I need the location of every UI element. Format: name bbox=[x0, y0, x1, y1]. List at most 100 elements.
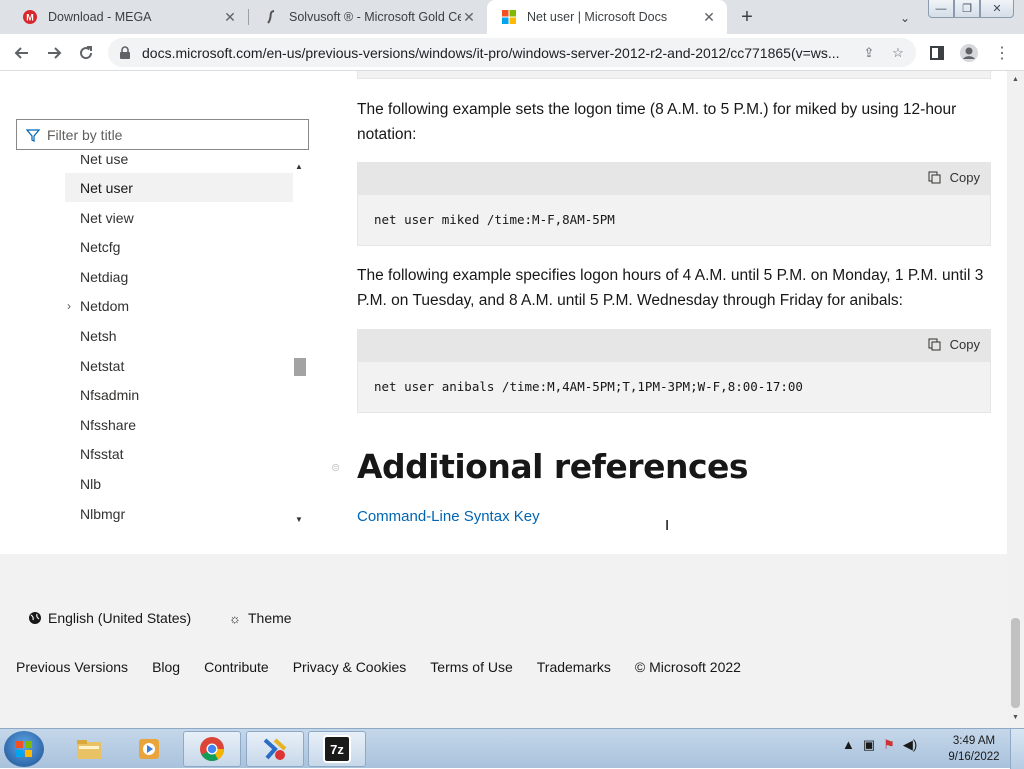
action-center-icon[interactable]: ⚑ bbox=[883, 737, 895, 753]
start-button[interactable] bbox=[4, 731, 44, 767]
toc-item-label: Netdiag bbox=[80, 268, 129, 285]
page-content: Filter by title Net use Net user Net vie… bbox=[0, 71, 1007, 728]
taskbar-7zip[interactable]: 7z bbox=[308, 731, 366, 767]
volume-icon[interactable]: ◀) bbox=[903, 737, 917, 753]
toc-item-nlbmgr[interactable]: Nlbmgr bbox=[65, 499, 293, 528]
toc-item-net-view[interactable]: Net view bbox=[65, 203, 293, 232]
code-header: Copy bbox=[358, 330, 990, 362]
side-panel-icon[interactable] bbox=[925, 41, 949, 65]
code-header: Copy bbox=[358, 163, 990, 195]
command-line-syntax-link[interactable]: Command-Line Syntax Key bbox=[357, 508, 540, 525]
toc-item-nlb[interactable]: Nlb bbox=[65, 469, 293, 498]
back-icon[interactable] bbox=[10, 41, 34, 65]
toc-scroll-thumb[interactable] bbox=[294, 358, 306, 376]
restore-button[interactable]: ❐ bbox=[954, 0, 980, 18]
tab-mega[interactable]: M Download - MEGA ✕ bbox=[8, 0, 248, 34]
clock-time: 3:49 AM bbox=[952, 735, 996, 747]
toc-item-net-user[interactable]: Net user bbox=[65, 173, 293, 202]
footer bbox=[0, 554, 1007, 728]
clock[interactable]: 3:49 AM 9/16/2022 bbox=[940, 733, 1008, 765]
lock-icon[interactable] bbox=[118, 45, 132, 60]
window-controls: — ❐ ✕ bbox=[928, 0, 1014, 18]
chrome-icon bbox=[198, 735, 226, 763]
toc-item-nfsshare[interactable]: Nfsshare bbox=[65, 410, 293, 439]
footer-link-blog[interactable]: Blog bbox=[152, 659, 180, 675]
bookmark-star-icon[interactable]: ☆ bbox=[889, 44, 907, 62]
anchor-link-icon[interactable]: ⊜ bbox=[331, 461, 340, 474]
browser-toolbar: docs.microsoft.com/en-us/previous-versio… bbox=[0, 34, 1024, 71]
copyright-text: © Microsoft 2022 bbox=[634, 659, 741, 675]
toc-scrollbar[interactable]: ▲ ▼ bbox=[293, 160, 307, 529]
filter-placeholder: Filter by title bbox=[47, 126, 123, 143]
close-icon[interactable]: ✕ bbox=[461, 9, 477, 25]
toc-item-net-use[interactable]: Net use bbox=[65, 155, 293, 173]
toc-item-label: Nlbmgr bbox=[80, 505, 126, 522]
example-paragraph: The following example specifies logon ho… bbox=[357, 267, 984, 309]
toc-item-nfsadmin[interactable]: Nfsadmin bbox=[65, 380, 293, 409]
close-icon[interactable]: ✕ bbox=[222, 9, 238, 25]
show-desktop-button[interactable] bbox=[1010, 729, 1024, 769]
toc-item-netdiag[interactable]: Netdiag bbox=[65, 262, 293, 291]
address-bar[interactable]: docs.microsoft.com/en-us/previous-versio… bbox=[108, 38, 916, 67]
chevron-right-icon[interactable]: › bbox=[67, 299, 77, 313]
filter-input[interactable]: Filter by title bbox=[16, 119, 309, 150]
taskbar-app[interactable] bbox=[246, 731, 304, 767]
toc-item-label: Netcfg bbox=[80, 238, 121, 255]
toc-item-label: Nfsadmin bbox=[80, 386, 140, 403]
toc-item-netdom[interactable]: › Netdom bbox=[65, 291, 293, 320]
tab-title: Net user | Microsoft Docs bbox=[527, 10, 668, 24]
footer-link-contribute[interactable]: Contribute bbox=[204, 659, 269, 675]
copy-icon bbox=[928, 171, 942, 185]
scroll-down-arrow-icon[interactable]: ▼ bbox=[1011, 713, 1020, 722]
media-player-icon bbox=[135, 735, 163, 763]
taskbar-media-player[interactable] bbox=[120, 731, 178, 767]
forward-icon[interactable] bbox=[42, 41, 66, 65]
7zip-icon: 7z bbox=[323, 735, 351, 763]
toc-item-netcfg[interactable]: Netcfg bbox=[65, 232, 293, 261]
tab-strip: M Download - MEGA ✕ Solvusoft ® - Micros… bbox=[0, 0, 1024, 34]
taskbar-chrome[interactable] bbox=[183, 731, 241, 767]
toc-item-netstat[interactable]: Netstat bbox=[65, 351, 293, 380]
language-selector[interactable]: English (United States) bbox=[28, 610, 191, 626]
code-text: net user anibals /time:M,4AM-5PM;T,1PM-3… bbox=[374, 379, 803, 394]
scroll-up-arrow-icon[interactable]: ▲ bbox=[295, 162, 303, 171]
footer-link-terms[interactable]: Terms of Use bbox=[430, 659, 512, 675]
tab-title: Solvusoft ® - Microsoft Gold Cer bbox=[289, 10, 461, 24]
minimize-button[interactable]: — bbox=[928, 0, 954, 18]
scroll-up-arrow-icon[interactable]: ▲ bbox=[1011, 75, 1020, 84]
tab-net-user[interactable]: Net user | Microsoft Docs ✕ bbox=[487, 0, 727, 34]
previous-code-block bbox=[357, 71, 991, 79]
share-icon[interactable]: ⇪ bbox=[860, 44, 878, 62]
network-icon[interactable]: ▣ bbox=[863, 737, 875, 753]
taskbar-explorer[interactable] bbox=[60, 731, 118, 767]
page-scrollbar[interactable]: ▲ ▼ bbox=[1007, 71, 1024, 728]
page-scroll-thumb[interactable] bbox=[1011, 618, 1020, 708]
tab-solvusoft[interactable]: Solvusoft ® - Microsoft Gold Cer ✕ bbox=[249, 0, 487, 34]
close-window-button[interactable]: ✕ bbox=[980, 0, 1014, 18]
system-tray: ▲ ▣ ⚑ ◀) bbox=[842, 737, 917, 753]
toc-item-nfsstat[interactable]: Nfsstat bbox=[65, 439, 293, 468]
toc-item-label: Net use bbox=[80, 155, 129, 167]
tab-search-icon[interactable]: ⌄ bbox=[895, 8, 915, 28]
copy-button[interactable]: Copy bbox=[928, 337, 980, 352]
toc-item-netsh[interactable]: Netsh bbox=[65, 321, 293, 350]
toc-item-label: Net view bbox=[80, 209, 134, 226]
show-hidden-icons-icon[interactable]: ▲ bbox=[842, 737, 855, 753]
close-icon[interactable]: ✕ bbox=[701, 9, 717, 25]
theme-selector[interactable]: ☼ Theme bbox=[228, 610, 292, 626]
menu-kebab-icon[interactable]: ⋮ bbox=[990, 41, 1014, 65]
reload-icon[interactable] bbox=[74, 41, 98, 65]
scroll-down-arrow-icon[interactable]: ▼ bbox=[295, 515, 303, 524]
windows-taskbar: 7z ▲ ▣ ⚑ ◀) 3:49 AM 9/16/2022 bbox=[0, 728, 1024, 769]
footer-link-privacy[interactable]: Privacy & Cookies bbox=[293, 659, 407, 675]
text-cursor-icon: I bbox=[665, 517, 670, 534]
footer-link-previous-versions[interactable]: Previous Versions bbox=[16, 659, 128, 675]
theme-label: Theme bbox=[248, 610, 292, 626]
profile-avatar-icon[interactable] bbox=[957, 41, 981, 65]
sun-icon: ☼ bbox=[229, 610, 241, 626]
copy-label: Copy bbox=[949, 337, 980, 352]
new-tab-button[interactable]: + bbox=[737, 6, 757, 28]
toc-item-label: Net user bbox=[80, 179, 133, 196]
copy-button[interactable]: Copy bbox=[928, 170, 980, 185]
footer-link-trademarks[interactable]: Trademarks bbox=[537, 659, 611, 675]
